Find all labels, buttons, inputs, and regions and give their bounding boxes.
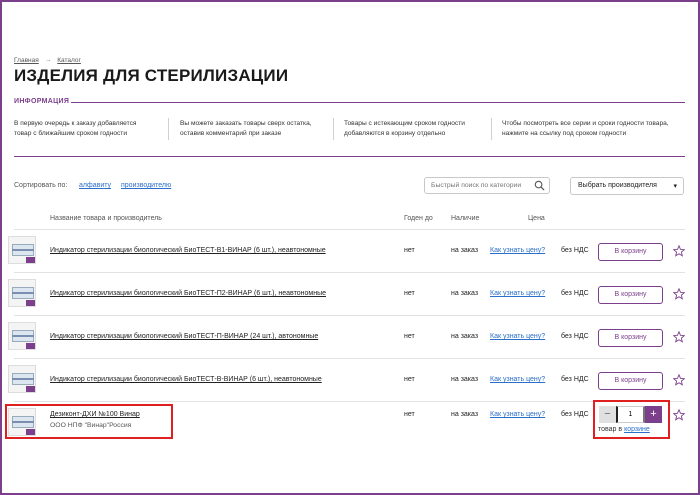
info-bottom-divider [14, 156, 685, 157]
add-to-cart-button[interactable]: В корзину [598, 372, 663, 390]
star-icon[interactable] [673, 331, 685, 343]
sort-by-alphabet-link[interactable]: алфавиту [79, 182, 111, 189]
info-separator [491, 118, 492, 140]
breadcrumb-catalog-link[interactable]: Каталог [57, 57, 81, 64]
product-thumbnail[interactable] [8, 236, 36, 264]
sort-by-manufacturer-link[interactable]: производителю [121, 182, 171, 189]
product-name-link[interactable]: Индикатор стерилизации биологический Био… [50, 333, 318, 340]
search-icon[interactable] [534, 180, 545, 191]
info-note: Вы можете заказать товары сверх остатка,… [180, 120, 312, 137]
info-note: В первую очередь к заказу добавляется тов… [14, 120, 137, 137]
row-divider [14, 401, 685, 402]
price-info-link[interactable]: Как узнать цену? [490, 376, 545, 383]
product-thumbnail[interactable] [8, 365, 36, 393]
price-info-link[interactable]: Как узнать цену? [490, 247, 545, 254]
product-name-link[interactable]: Индикатор стерилизации биологический Био… [50, 290, 326, 297]
star-icon[interactable] [673, 245, 685, 257]
category-search-input[interactable] [424, 177, 550, 194]
column-header-expiry: Годен до [404, 215, 433, 222]
breadcrumb-separator: → [44, 57, 52, 64]
star-icon[interactable] [673, 409, 685, 421]
availability-value: на заказ [451, 247, 479, 254]
vat-label: без НДС [561, 376, 589, 383]
manufacturer-select[interactable]: Выбрать производителя ▾ [570, 177, 684, 195]
chevron-down-icon: ▾ [673, 183, 677, 190]
expiry-value: нет [404, 247, 415, 254]
vat-label: без НДС [561, 333, 589, 340]
product-name-link[interactable]: Индикатор стерилизации биологический Био… [50, 247, 326, 254]
add-to-cart-button[interactable]: В корзину [598, 329, 663, 347]
info-separator [333, 118, 334, 140]
row-divider [14, 315, 685, 316]
column-header-price: Цена [528, 215, 545, 222]
page-title: ИЗДЕЛИЯ ДЛЯ СТЕРИЛИЗАЦИИ [14, 66, 289, 85]
info-note: Товары с истекающим сроком годности добав… [344, 120, 465, 137]
vat-label: без НДС [561, 411, 589, 418]
price-info-link[interactable]: Как узнать цену? [490, 290, 545, 297]
star-icon[interactable] [673, 288, 685, 300]
column-header-name: Название товара и производитель [50, 215, 162, 222]
product-thumbnail[interactable] [8, 322, 36, 350]
add-to-cart-button[interactable]: В корзину [598, 243, 663, 261]
highlight-box-product [5, 404, 173, 439]
highlight-box-stepper [593, 400, 670, 439]
star-icon[interactable] [673, 374, 685, 386]
availability-value: на заказ [451, 333, 479, 340]
product-thumbnail[interactable] [8, 279, 36, 307]
sort-label: Сортировать по: [14, 182, 68, 189]
availability-value: на заказ [451, 376, 479, 383]
row-divider [14, 358, 685, 359]
row-divider [14, 272, 685, 273]
add-to-cart-button[interactable]: В корзину [598, 286, 663, 304]
info-heading: ИНФОРМАЦИЯ [14, 98, 70, 105]
column-header-availability: Наличие [451, 215, 480, 222]
row-divider [14, 229, 685, 230]
expiry-value: нет [404, 376, 415, 383]
vat-label: без НДС [561, 247, 589, 254]
info-divider [71, 102, 685, 103]
expiry-value: нет [404, 290, 415, 297]
info-note: Чтобы посмотреть все серии и сроки годно… [502, 120, 669, 137]
vat-label: без НДС [561, 290, 589, 297]
availability-value: на заказ [451, 411, 479, 418]
manufacturer-select-value: Выбрать производителя [578, 182, 657, 189]
price-info-link[interactable]: Как узнать цену? [490, 333, 545, 340]
availability-value: на заказ [451, 290, 479, 297]
breadcrumb: Главная → Каталог [14, 57, 81, 64]
info-separator [168, 118, 169, 140]
price-info-link[interactable]: Как узнать цену? [490, 411, 545, 418]
expiry-value: нет [404, 333, 415, 340]
product-name-link[interactable]: Индикатор стерилизации биологический Био… [50, 376, 322, 383]
expiry-value: нет [404, 411, 415, 418]
breadcrumb-home-link[interactable]: Главная [14, 57, 39, 64]
